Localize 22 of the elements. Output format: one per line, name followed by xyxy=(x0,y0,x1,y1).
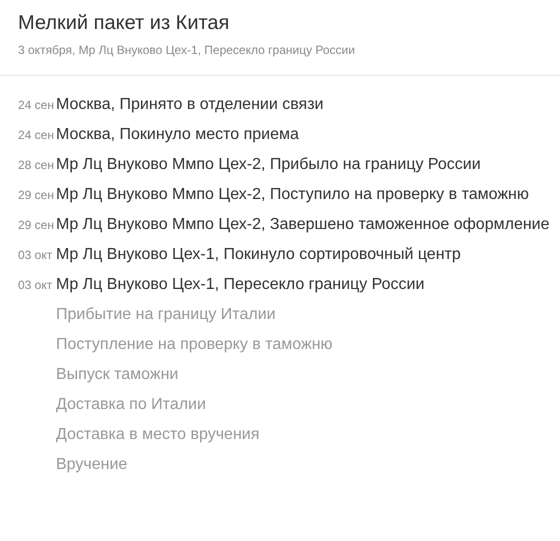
event-date: 29 сен xyxy=(17,188,55,202)
event-date: 24 сен xyxy=(17,98,55,112)
event-text: Доставка в место вручения xyxy=(56,425,260,445)
event-text: Доставка по Италии xyxy=(56,395,207,415)
event-date: 28 сен xyxy=(17,158,55,172)
event-text: Мр Лц Внуково Ммпо Цех-2, Поступило на проверку в таможню xyxy=(56,185,530,205)
event-date: 03 окт xyxy=(17,248,54,262)
parcel-status-summary: 3 октября, Мр Лц Внуково Цех-1, Пересекло границу России xyxy=(18,43,356,57)
event-text: Поступление на проверку в таможню xyxy=(56,335,334,355)
event-text: Мр Лц Внуково Ммпо Цех-2, Прибыло на границу России xyxy=(56,155,482,175)
event-text: Москва, Покинуло место приема xyxy=(56,125,300,145)
parcel-title: Мелкий пакет из Китая xyxy=(18,12,230,35)
event-date: 29 сен xyxy=(17,218,55,232)
event-text: Мр Лц Внуково Цех-1, Пересекло границу России xyxy=(56,275,426,295)
event-text: Прибытие на границу Италии xyxy=(56,305,277,325)
event-text: Мр Лц Внуково Ммпо Цех-2, Завершено таможенное оформление xyxy=(56,215,551,235)
event-text: Вручение xyxy=(56,455,128,475)
event-date: 03 окт xyxy=(17,278,54,292)
event-text: Выпуск таможни xyxy=(56,365,180,385)
event-text: Мр Лц Внуково Цех-1, Покинуло сортировочный центр xyxy=(56,245,462,265)
event-text: Москва, Принято в отделении связи xyxy=(56,95,324,115)
event-date: 24 сен xyxy=(17,128,55,142)
